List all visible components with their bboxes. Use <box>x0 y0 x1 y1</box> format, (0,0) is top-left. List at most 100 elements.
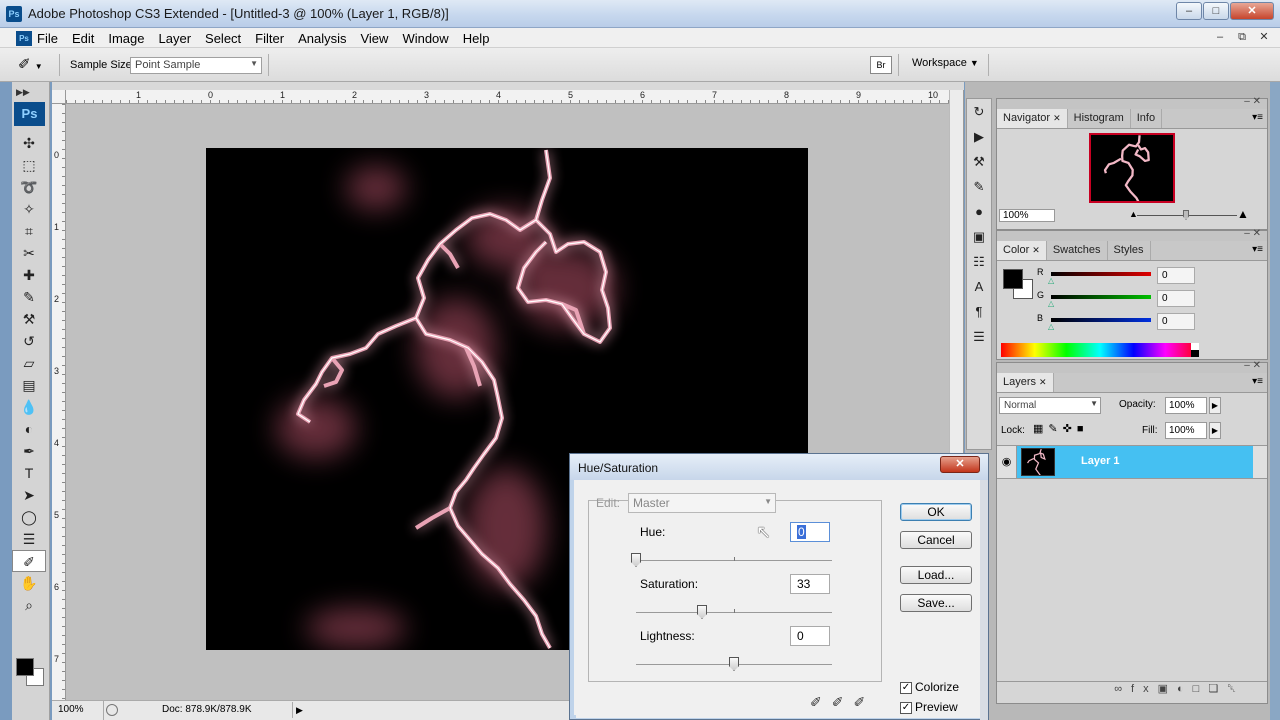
actions-panel-icon[interactable]: ▶ <box>967 126 991 148</box>
crop-tool-icon[interactable]: ⌗ <box>12 220 46 242</box>
path-selection-tool-icon[interactable]: ➤ <box>12 484 46 506</box>
tab-info[interactable]: Info <box>1131 109 1163 128</box>
menu-help[interactable]: Help <box>456 30 497 47</box>
menu-select[interactable]: Select <box>198 30 248 47</box>
load-button[interactable]: Load... <box>900 566 972 584</box>
channels-panel-icon[interactable]: ☰ <box>967 326 991 348</box>
close-icon[interactable]: ✕ <box>1053 113 1061 123</box>
tool-presets-icon[interactable]: ⚒ <box>967 151 991 173</box>
cancel-button[interactable]: Cancel <box>900 531 972 549</box>
lock-all-icon[interactable]: ■ <box>1077 423 1089 435</box>
zoom-tool-icon[interactable]: ⌕ <box>12 594 46 616</box>
edit-select[interactable]: Master ▼ <box>628 493 776 513</box>
panel-controls-icon[interactable]: – ✕ <box>1244 228 1261 239</box>
lock-position-icon[interactable]: ✜ <box>1063 423 1077 435</box>
blend-mode-select[interactable]: Normal ▼ <box>999 397 1101 414</box>
navigator-thumbnail[interactable] <box>1089 133 1175 203</box>
opacity-field[interactable]: 100% <box>1165 397 1207 414</box>
adjustment-layer-icon[interactable]: ◐ <box>1177 683 1193 695</box>
menu-filter[interactable]: Filter <box>248 30 291 47</box>
magic-wand-tool-icon[interactable]: ✧ <box>12 198 46 220</box>
maximize-icon[interactable]: □ <box>1203 2 1229 20</box>
zoom-level[interactable]: 100% <box>52 701 104 720</box>
doc-close-icon[interactable]: ✕ <box>1256 30 1272 46</box>
tab-styles[interactable]: Styles <box>1108 241 1151 260</box>
tab-navigator[interactable]: Navigator ✕ <box>997 109 1068 128</box>
layer-style-icon[interactable]: fx <box>1131 683 1158 695</box>
add-mask-icon[interactable]: ▣ <box>1158 683 1177 695</box>
slider-knob-icon[interactable]: △ <box>1048 322 1054 331</box>
eyedropper-tool-icon[interactable]: ✐ <box>12 550 46 572</box>
workspace-menu[interactable]: Workspace ▼ <box>912 57 979 69</box>
preview-checkbox[interactable]: ✓ Preview <box>900 700 958 714</box>
black-white-swatch[interactable] <box>1191 343 1199 357</box>
navigator-zoom-field[interactable]: 100% <box>999 209 1055 222</box>
tab-color[interactable]: Color ✕ <box>997 241 1047 260</box>
red-value-field[interactable]: 0 <box>1157 267 1195 284</box>
tab-swatches[interactable]: Swatches <box>1047 241 1108 260</box>
tool-preset-picker[interactable]: ✐ ▼ <box>18 54 60 76</box>
eyedropper-minus-icon[interactable]: ✐ <box>853 694 875 710</box>
dodge-tool-icon[interactable]: ◐ <box>12 418 46 440</box>
panel-controls-icon[interactable]: – ✕ <box>1244 360 1261 371</box>
pen-tool-icon[interactable]: ✒ <box>12 440 46 462</box>
close-icon[interactable]: ✕ <box>1032 245 1040 255</box>
menu-file[interactable]: File <box>30 30 65 47</box>
close-icon[interactable]: ✕ <box>940 456 980 473</box>
notes-tool-icon[interactable]: ☰ <box>12 528 46 550</box>
new-group-icon[interactable]: □ <box>1193 683 1209 695</box>
slice-tool-icon[interactable]: ✂ <box>12 242 46 264</box>
vertical-ruler[interactable]: 0 1 2 3 4 5 6 7 <box>52 104 66 702</box>
visibility-eye-icon[interactable]: ◉ <box>997 446 1017 478</box>
eraser-tool-icon[interactable]: ▱ <box>12 352 46 374</box>
brush-tool-icon[interactable]: ✎ <box>12 286 46 308</box>
fill-arrow-icon[interactable]: ▶ <box>1209 422 1221 439</box>
new-layer-icon[interactable]: ❏ <box>1208 683 1227 695</box>
fill-field[interactable]: 100% <box>1165 422 1207 439</box>
lock-transparency-icon[interactable]: ▦ <box>1033 423 1048 435</box>
brushes-panel-icon[interactable]: ✎ <box>967 176 991 198</box>
close-icon[interactable]: ✕ <box>1039 377 1047 387</box>
menu-view[interactable]: View <box>353 30 395 47</box>
green-value-field[interactable]: 0 <box>1157 290 1195 307</box>
status-info-icon[interactable] <box>106 704 118 716</box>
saturation-field[interactable]: 33 <box>790 574 830 594</box>
status-menu-arrow-icon[interactable]: ▶ <box>292 702 306 718</box>
paragraph-panel-icon[interactable]: ¶ <box>967 301 991 323</box>
bridge-icon[interactable]: Br <box>870 56 892 74</box>
hue-slider-track[interactable] <box>636 557 832 561</box>
eyedropper-icon[interactable]: ✐ <box>810 694 832 710</box>
foreground-color-swatch[interactable] <box>16 658 34 676</box>
history-brush-tool-icon[interactable]: ↺ <box>12 330 46 352</box>
green-slider[interactable] <box>1051 295 1151 299</box>
doc-minimize-icon[interactable]: – <box>1212 30 1228 46</box>
eyedropper-plus-icon[interactable]: ✐ <box>832 694 854 710</box>
panel-controls-icon[interactable]: – ✕ <box>1244 96 1261 107</box>
red-slider[interactable] <box>1051 272 1151 276</box>
color-ramp[interactable] <box>1001 343 1199 357</box>
colorize-checkbox[interactable]: ✓ Colorize <box>900 680 959 694</box>
opacity-arrow-icon[interactable]: ▶ <box>1209 397 1221 414</box>
tab-histogram[interactable]: Histogram <box>1068 109 1131 128</box>
slider-knob-icon[interactable]: △ <box>1048 299 1054 308</box>
menu-image[interactable]: Image <box>101 30 151 47</box>
hand-tool-icon[interactable]: ✋ <box>12 572 46 594</box>
close-icon[interactable]: ✕ <box>1230 2 1274 20</box>
save-button[interactable]: Save... <box>900 594 972 612</box>
blue-slider[interactable] <box>1051 318 1151 322</box>
type-tool-icon[interactable]: T <box>12 462 46 484</box>
layer-selected-highlight[interactable]: Layer 1 <box>1017 446 1253 478</box>
slider-knob-icon[interactable]: △ <box>1048 276 1054 285</box>
blue-value-field[interactable]: 0 <box>1157 313 1195 330</box>
lock-pixels-icon[interactable]: ✎ <box>1048 423 1062 435</box>
gradient-tool-icon[interactable]: ▤ <box>12 374 46 396</box>
paths-panel-icon[interactable]: ☷ <box>967 251 991 273</box>
menu-window[interactable]: Window <box>395 30 455 47</box>
panel-menu-icon[interactable]: ▾≡ <box>1252 376 1263 387</box>
horizontal-ruler[interactable]: 1 0 1 2 3 4 5 6 7 8 9 10 <box>66 90 950 104</box>
menu-analysis[interactable]: Analysis <box>291 30 353 47</box>
lasso-tool-icon[interactable]: ➰ <box>12 176 46 198</box>
clone-source-icon[interactable]: ● <box>967 201 991 223</box>
tab-layers[interactable]: Layers ✕ <box>997 373 1054 392</box>
doc-restore-icon[interactable]: ⧉ <box>1234 30 1250 46</box>
